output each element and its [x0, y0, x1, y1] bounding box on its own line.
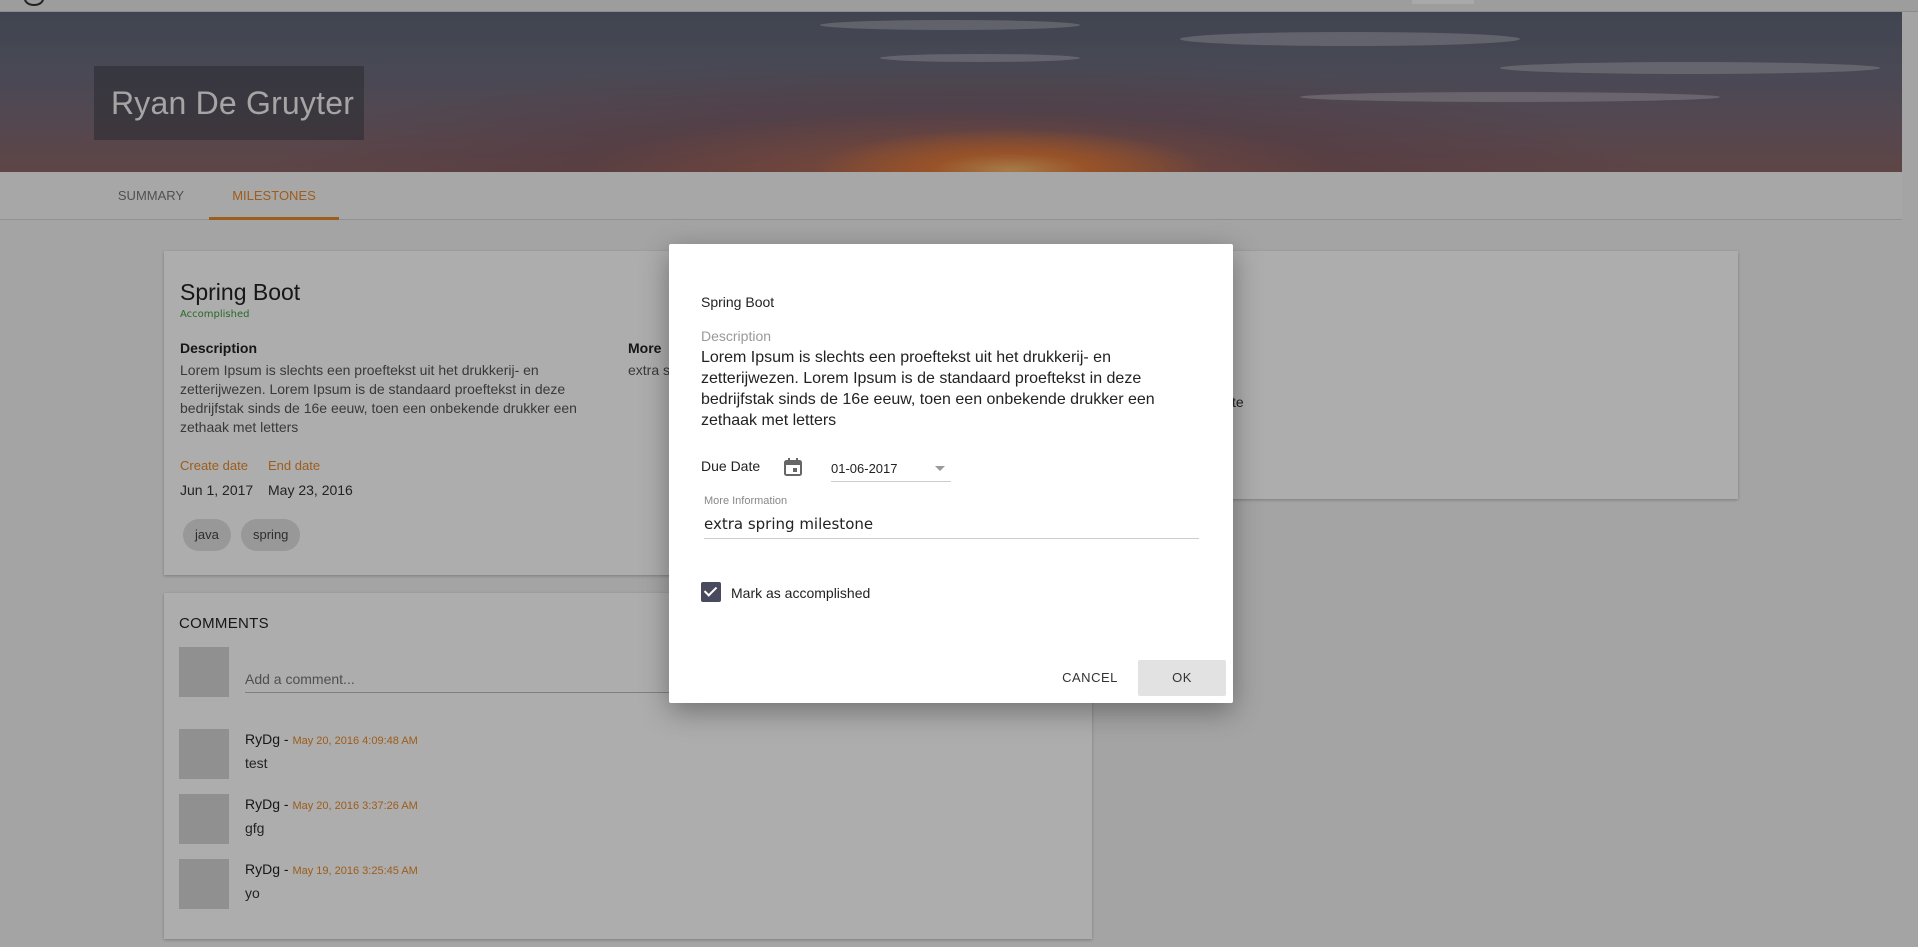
chevron-down-icon: [935, 466, 945, 471]
calendar-icon[interactable]: [783, 457, 803, 477]
more-information-field[interactable]: [704, 509, 1199, 539]
due-date-picker[interactable]: 01-06-2017: [831, 454, 951, 482]
dialog-description: Lorem Ipsum is slechts een proeftekst ui…: [701, 349, 1155, 429]
cancel-button[interactable]: CANCEL: [1051, 660, 1129, 696]
dialog-title: Spring Boot: [701, 294, 775, 310]
dialog-description-label: Description: [701, 328, 772, 344]
due-date-value: 01-06-2017: [831, 461, 898, 476]
due-date-label: Due Date: [701, 458, 761, 474]
edit-milestone-dialog: Spring Boot Description Lorem Ipsum is s…: [669, 244, 1233, 703]
accomplished-checkbox[interactable]: [701, 582, 721, 602]
more-information-label: More Information: [704, 495, 788, 507]
ok-button[interactable]: OK: [1138, 660, 1226, 696]
accomplished-label[interactable]: Mark as accomplished: [731, 585, 870, 601]
